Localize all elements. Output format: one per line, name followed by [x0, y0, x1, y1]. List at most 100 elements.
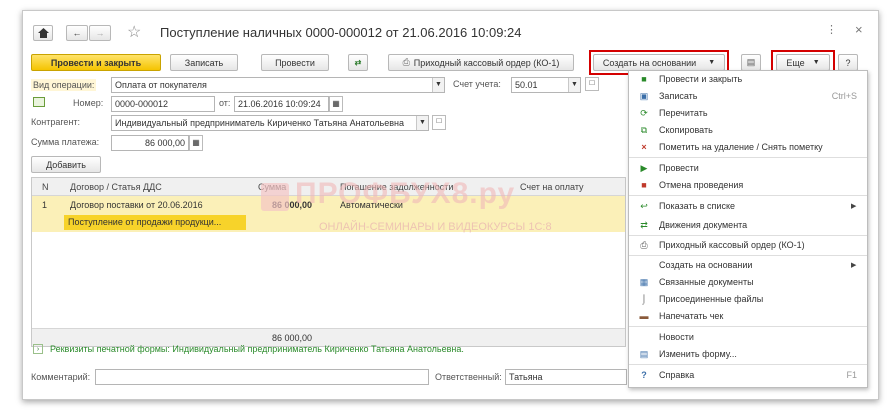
help-button[interactable]: ? [838, 54, 858, 71]
row-n: 1 [42, 200, 48, 210]
forward-button[interactable]: → [89, 25, 111, 41]
print-cash-order-label: Приходный кассовый ордер (КО-1) [413, 57, 560, 68]
op-type-label: Вид операции: [31, 79, 97, 91]
amount-label: Сумма платежа: [31, 137, 100, 147]
menu-item-print-cash-order[interactable]: ⎙ Приходный кассовый ордер (КО-1) [629, 237, 867, 253]
window-menu-icon[interactable]: ⋮ [826, 23, 837, 36]
counterparty-value: Индивидуальный предприниматель Кириченко… [115, 118, 404, 128]
account-open-icon[interactable]: □ [585, 77, 599, 91]
account-label: Счет учета: [453, 79, 501, 89]
op-type-field[interactable]: Оплата от покупателя ▼ [111, 77, 445, 93]
menu-item-reread[interactable]: ⟳ Перечитать [629, 105, 867, 121]
reread-icon: ⟳ [640, 107, 648, 118]
menu-item-edit-form[interactable]: ▤ Изменить форму... [629, 346, 867, 362]
menu-item-post[interactable]: ▶ Провести [629, 160, 867, 176]
menu-item-post-close[interactable]: ■ Провести и закрыть [629, 71, 867, 87]
number-field[interactable]: 0000-000012 [111, 96, 215, 112]
date-field[interactable]: 21.06.2016 10:09:24 [234, 96, 329, 112]
col-contract: Договор / Статья ДДС [70, 182, 162, 192]
save-button[interactable]: Записать [170, 54, 238, 71]
post-icon: ▶ [640, 162, 648, 173]
forward-arrow-icon: → [95, 28, 105, 38]
menu-separator [629, 157, 867, 158]
print-icon: ⎙ [640, 239, 648, 250]
row-sub-cell[interactable]: Поступление от продажи продукци... [64, 215, 246, 230]
number-edit-icon[interactable] [33, 97, 45, 107]
menu-item-save[interactable]: ▣ Записать Ctrl+S [629, 88, 867, 104]
responsible-label: Ответственный: [435, 372, 502, 382]
watermark-title: ПРОФБУХ8.ру [295, 177, 516, 210]
calendar-icon[interactable]: ▦ [329, 96, 343, 112]
expand-icon[interactable]: › [33, 344, 43, 354]
submenu-arrow-icon: ▶ [851, 262, 857, 269]
menu-item-print-receipt[interactable]: ▬ Напечатать чек [629, 308, 867, 324]
show-list-icon: ↩ [640, 200, 648, 211]
number-label: Номер: [73, 98, 104, 108]
calculator-icon[interactable]: ▦ [189, 135, 203, 151]
document-icon: ▤ [746, 57, 756, 67]
post-and-close-button[interactable]: Провести и закрыть [31, 54, 161, 71]
document-icon-button[interactable]: ▤ [741, 54, 761, 71]
counterparty-dropdown-icon[interactable]: ▼ [416, 116, 428, 130]
submenu-arrow-icon: ▶ [851, 203, 857, 210]
add-button[interactable]: Добавить [31, 156, 101, 173]
total-sum: 86 000,00 [272, 333, 313, 343]
print-cash-order-button[interactable]: ⎙ Приходный кассовый ордер (КО-1) [388, 54, 574, 71]
col-invoice: Счет на оплату [520, 182, 584, 192]
save-icon: ▣ [639, 90, 649, 101]
menu-separator [629, 364, 867, 365]
unpost-icon: ■ [641, 180, 647, 190]
row-contract: Договор поставки от 20.06.2016 [70, 200, 203, 210]
menu-item-delete-mark[interactable]: × Пометить на удаление / Снять пометку [629, 139, 867, 155]
home-button[interactable] [33, 25, 53, 41]
watermark-subtitle: ОНЛАЙН-СЕМИНАРЫ И ВИДЕОКУРСЫ 1С:8 [319, 221, 552, 233]
responsible-field[interactable]: Татьяна [505, 369, 627, 385]
post-close-icon: ■ [641, 74, 647, 84]
menu-item-help[interactable]: ? Справка F1 [629, 367, 867, 383]
menu-item-related-docs[interactable]: ▦ Связанные документы [629, 274, 867, 290]
counterparty-label: Контрагент: [31, 117, 81, 127]
menu-item-movements[interactable]: ⇄ Движения документа [629, 217, 867, 233]
counterparty-open-icon[interactable]: □ [432, 115, 446, 130]
date-label: от: [219, 98, 231, 108]
copy-icon: ⧉ [640, 124, 648, 135]
menu-item-news[interactable]: Новости [629, 329, 867, 345]
movements-icon: ⇄ [640, 219, 648, 230]
home-icon [37, 28, 49, 38]
print-requisites-link[interactable]: Реквизиты печатной формы: Индивидуальный… [50, 344, 464, 354]
menu-item-show-list[interactable]: ↩ Показать в списке ▶ [629, 198, 867, 214]
comment-label: Комментарий: [31, 372, 91, 382]
menu-item-attachments[interactable]: ⌡ Присоединенные файлы [629, 291, 867, 307]
favorite-star-icon[interactable]: ☆ [127, 22, 141, 42]
printer-icon: ⎙ [402, 57, 410, 67]
account-value: 50.01 [515, 80, 538, 90]
dt-kt-button[interactable]: ⇄ [348, 54, 368, 71]
counterparty-field[interactable]: Индивидуальный предприниматель Кириченко… [111, 115, 429, 131]
attachment-icon: ⌡ [641, 294, 647, 304]
window-title: Поступление наличных 0000-000012 от 21.0… [160, 25, 522, 40]
back-button[interactable]: ← [66, 25, 88, 41]
menu-separator [629, 195, 867, 196]
menu-separator [629, 255, 867, 256]
watermark-logo-icon [261, 183, 289, 211]
post-button[interactable]: Провести [261, 54, 329, 71]
related-docs-icon: ▦ [639, 276, 649, 287]
amount-field[interactable]: 86 000,00 [111, 135, 189, 151]
menu-item-unpost[interactable]: ■ Отмена проведения [629, 177, 867, 193]
menu-item-create-basis[interactable]: Создать на основании ▶ [629, 257, 867, 273]
more-dropdown-menu: ■ Провести и закрыть ▣ Записать Ctrl+S ⟳ Пер… [628, 70, 868, 388]
delete-mark-icon: × [641, 142, 647, 152]
help-icon: ? [641, 370, 647, 380]
op-type-dropdown-icon[interactable]: ▼ [432, 78, 444, 92]
edit-form-icon: ▤ [639, 348, 649, 359]
account-field[interactable]: 50.01 ▼ [511, 77, 581, 93]
menu-item-copy[interactable]: ⧉ Скопировать [629, 122, 867, 138]
receipt-icon: ▬ [639, 311, 649, 321]
menu-separator [629, 326, 867, 327]
comment-field[interactable] [95, 369, 429, 385]
close-icon[interactable]: × [855, 22, 863, 37]
op-type-value: Оплата от покупателя [115, 80, 207, 90]
col-n: N [42, 182, 49, 192]
back-arrow-icon: ← [72, 28, 82, 38]
account-dropdown-icon[interactable]: ▼ [568, 78, 580, 92]
